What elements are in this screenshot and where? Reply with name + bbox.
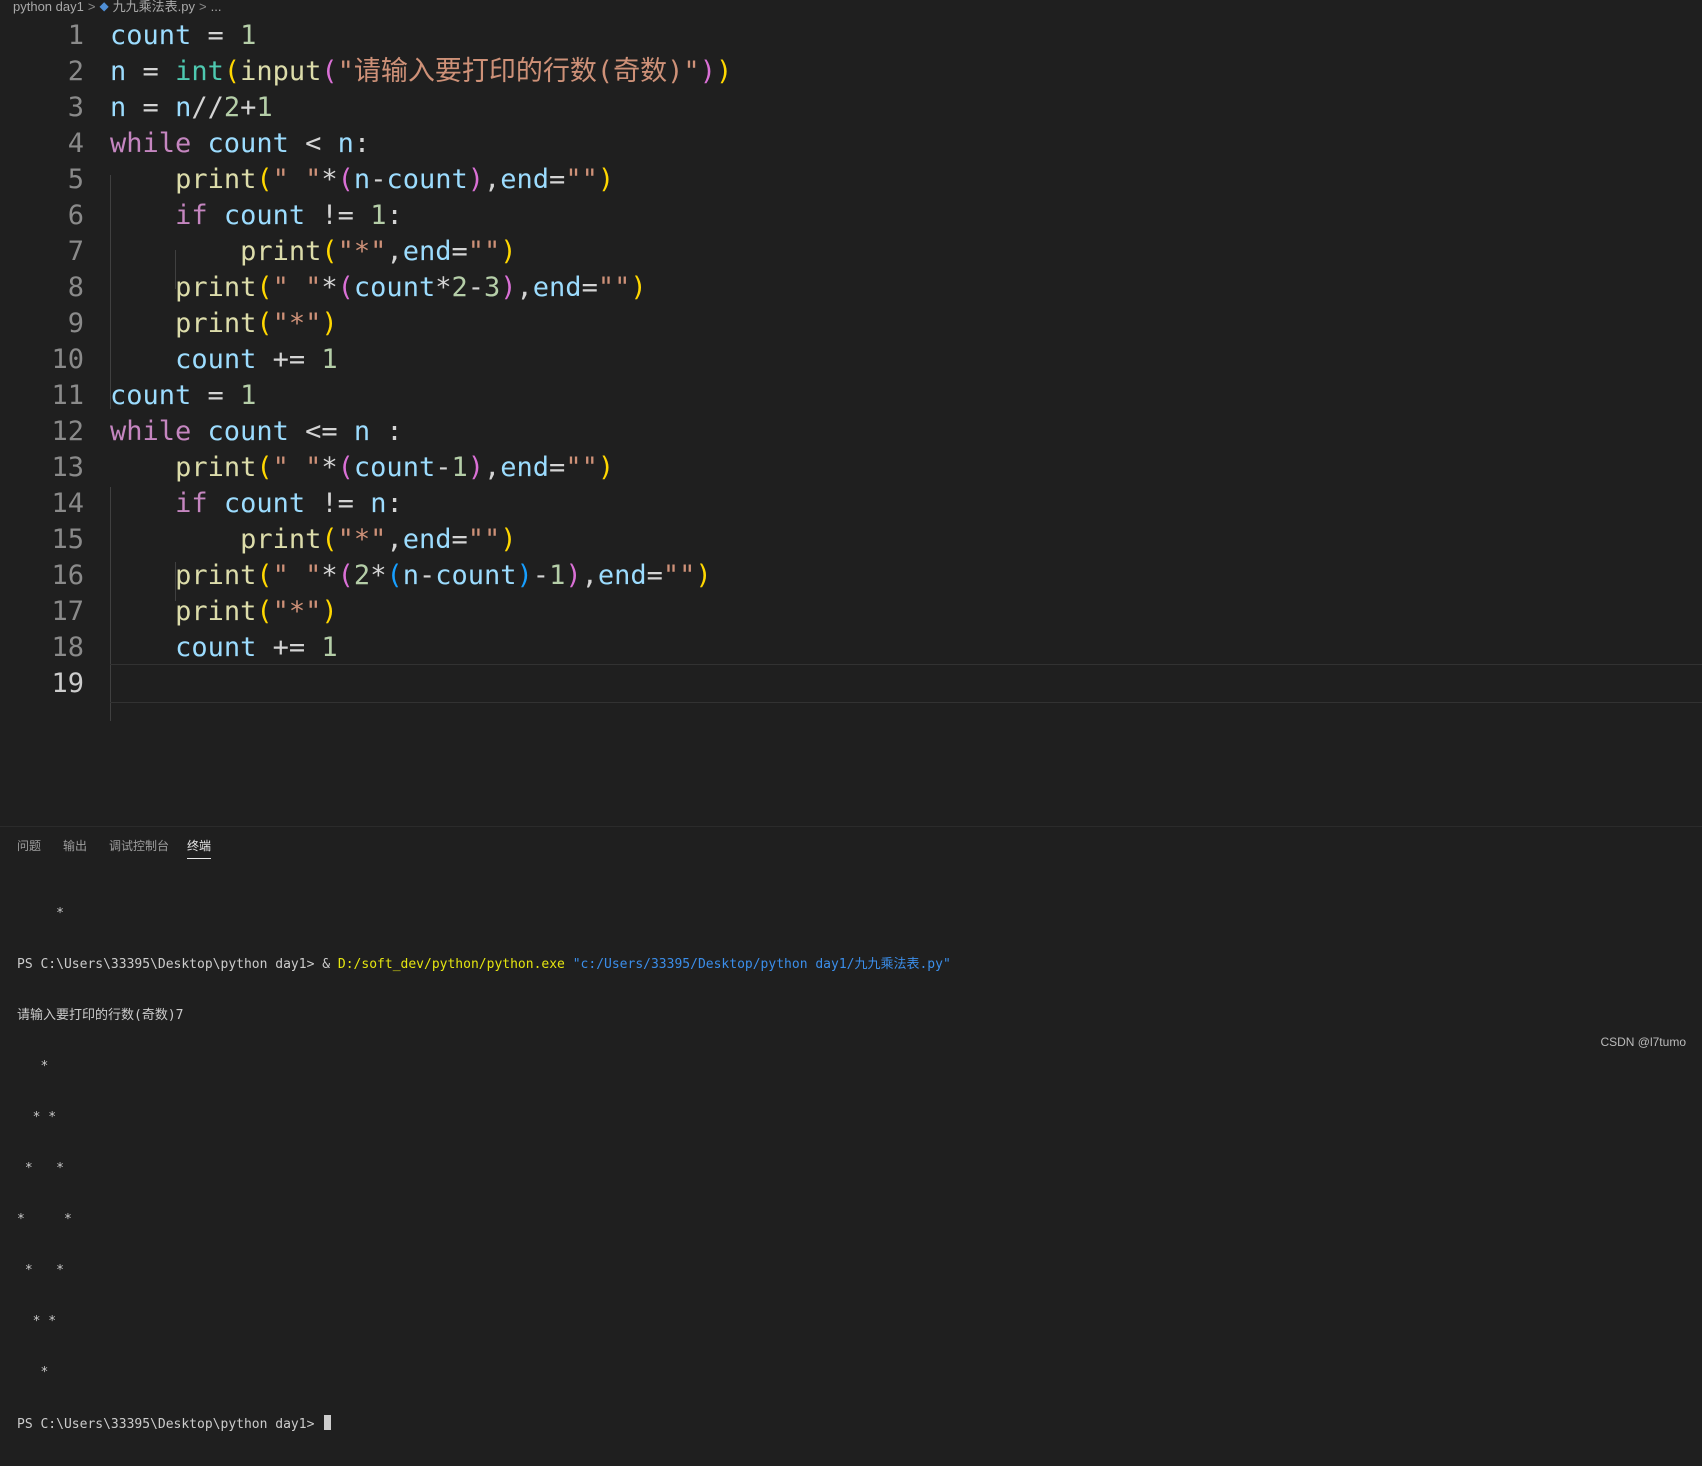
- breadcrumb-file[interactable]: 九九乘法表.py: [113, 0, 195, 13]
- code-text: if count != n:: [175, 488, 403, 519]
- terminal-command-line: PS C:\Users\33395\Desktop\python day1> &…: [17, 956, 1677, 973]
- terminal-line: * *: [17, 1110, 57, 1125]
- code-line[interactable]: 10 count += 1: [0, 340, 1702, 379]
- terminal-exe-path: D:/soft_dev/python/python.exe: [337, 957, 565, 972]
- tab-terminal[interactable]: 终端: [187, 837, 212, 859]
- terminal-line: * *: [17, 1314, 57, 1329]
- code-line[interactable]: 3 n = n//2+1: [0, 88, 1702, 127]
- terminal-prompt-line: PS C:\Users\33395\Desktop\python day1>: [17, 1415, 1677, 1432]
- code-text: print("*",end=""): [240, 236, 517, 267]
- code-line[interactable]: 14 if count != n:: [0, 484, 1702, 523]
- line-number: 19: [51, 668, 84, 699]
- line-number: 10: [51, 344, 84, 375]
- code-line[interactable]: 15 print("*",end=""): [0, 520, 1702, 559]
- line-number: 12: [51, 416, 84, 447]
- code-line[interactable]: 1 count = 1: [0, 16, 1702, 55]
- code-text: print(" "*(count*2-3),end=""): [175, 272, 647, 303]
- code-text: count = 1: [110, 20, 257, 51]
- line-number: 13: [51, 452, 84, 483]
- terminal-line: * *: [17, 1263, 64, 1278]
- code-text: while count <= n :: [110, 416, 403, 447]
- terminal-cursor: [324, 1415, 332, 1430]
- terminal-script-path: "c:/Users/33395/Desktop/python day1/九九乘法…: [572, 957, 951, 972]
- breadcrumb: python day1 > ◆ 九九乘法表.py >...: [0, 0, 1702, 14]
- chevron-right-icon: >: [87, 0, 96, 14]
- terminal-output[interactable]: * PS C:\Users\33395\Desktop\python day1>…: [17, 871, 1677, 1466]
- line-number: 14: [51, 488, 84, 519]
- line-number: 11: [51, 380, 84, 411]
- code-text: print("*",end=""): [240, 524, 517, 555]
- code-line[interactable]: 17 print("*"): [0, 592, 1702, 631]
- tab-problems[interactable]: 问题: [17, 837, 41, 858]
- code-line[interactable]: 6 if count != 1:: [0, 196, 1702, 235]
- code-line[interactable]: 4 while count < n:: [0, 124, 1702, 163]
- code-text: count += 1: [175, 344, 338, 375]
- current-line-highlight: [110, 664, 1702, 703]
- code-text: n = n//2+1: [110, 92, 273, 123]
- tab-output[interactable]: 输出: [63, 837, 87, 858]
- line-number: 1: [67, 20, 84, 51]
- line-number: 6: [67, 200, 84, 231]
- line-number: 17: [51, 596, 84, 627]
- code-text: print(" "*(n-count),end=""): [175, 164, 615, 195]
- code-text: print(" "*(count-1),end=""): [175, 452, 615, 483]
- terminal-line: *: [17, 1059, 49, 1074]
- code-line[interactable]: 16 print(" "*(2*(n-count)-1),end=""): [0, 556, 1702, 595]
- tab-debug-console[interactable]: 调试控制台: [109, 837, 169, 858]
- line-number: 5: [67, 164, 84, 195]
- code-line[interactable]: 13 print(" "*(count-1),end=""): [0, 448, 1702, 487]
- bottom-panel: 问题 输出 调试控制台 终端 * PS C:\Users\33395\Deskt…: [0, 826, 1702, 1432]
- code-text: while count < n:: [110, 128, 371, 159]
- code-text: count += 1: [175, 632, 338, 663]
- code-line[interactable]: 2 n = int(input("请输入要打印的行数(奇数)")): [0, 52, 1702, 91]
- code-line[interactable]: 18 count += 1: [0, 628, 1702, 667]
- code-line[interactable]: 9 print("*"): [0, 304, 1702, 343]
- code-line[interactable]: 7 print("*",end=""): [0, 232, 1702, 271]
- line-number: 4: [67, 128, 84, 159]
- terminal-line: *: [17, 1365, 49, 1380]
- terminal-space: [565, 957, 573, 972]
- code-text: count = 1: [110, 380, 257, 411]
- python-file-icon: ◆: [99, 0, 109, 13]
- line-number: 3: [67, 92, 84, 123]
- chevron-right-icon: >: [199, 0, 207, 14]
- terminal-input-line: 请输入要打印的行数(奇数)7: [17, 1008, 184, 1023]
- line-number: 18: [51, 632, 84, 663]
- line-number: 9: [67, 308, 84, 339]
- code-text: if count != 1:: [175, 200, 403, 231]
- terminal-line: * *: [17, 1161, 64, 1176]
- terminal-line: *: [17, 906, 64, 921]
- line-number: 16: [51, 560, 84, 591]
- code-line[interactable]: 11 count = 1: [0, 376, 1702, 415]
- terminal-amp: &: [322, 957, 338, 972]
- watermark: CSDN @l7tumo: [1600, 1035, 1686, 1049]
- breadcrumb-more[interactable]: ...: [211, 0, 222, 13]
- terminal-prompt: PS C:\Users\33395\Desktop\python day1>: [17, 957, 323, 972]
- code-text: n = int(input("请输入要打印的行数(奇数)")): [110, 56, 733, 87]
- breadcrumb-folder[interactable]: python day1: [0, 0, 84, 13]
- code-editor[interactable]: 1 count = 1 2 n = int(input("请输入要打印的行数(奇数)"…: [0, 16, 1702, 761]
- line-number: 15: [51, 524, 84, 555]
- terminal-prompt: PS C:\Users\33395\Desktop\python day1>: [17, 1417, 323, 1432]
- code-line[interactable]: 8 print(" "*(count*2-3),end=""): [0, 268, 1702, 307]
- line-number: 8: [67, 272, 84, 303]
- code-line[interactable]: 12 while count <= n :: [0, 412, 1702, 451]
- line-number: 7: [67, 236, 84, 267]
- code-text: print(" "*(2*(n-count)-1),end=""): [175, 560, 712, 591]
- terminal-line: * *: [17, 1212, 72, 1227]
- code-text: print("*"): [175, 308, 338, 339]
- code-text: print("*"): [175, 596, 338, 627]
- line-number: 2: [67, 56, 84, 87]
- code-line[interactable]: 5 print(" "*(n-count),end=""): [0, 160, 1702, 199]
